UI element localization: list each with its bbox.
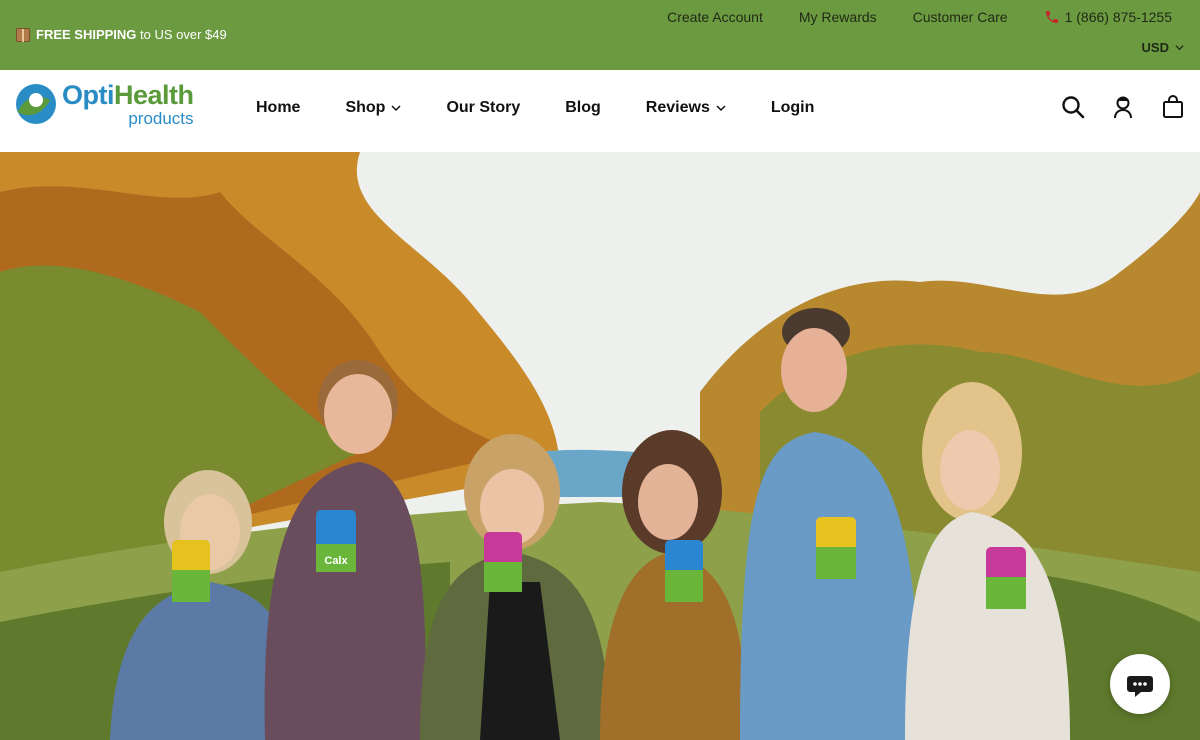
phone-icon <box>1045 11 1058 23</box>
nav-label: Home <box>256 99 301 116</box>
currency-label: USD <box>1141 40 1169 55</box>
nav-label: Our Story <box>446 99 521 116</box>
nav-our-story[interactable]: Our Story <box>446 99 520 117</box>
nav-label: Login <box>770 99 815 116</box>
bottle-label: Calx <box>324 555 348 567</box>
shipping-bold: FREE SHIPPING <box>36 27 137 42</box>
chat-button[interactable] <box>1110 654 1170 714</box>
create-account-link[interactable]: Create Account <box>667 9 763 25</box>
header-icons <box>1060 94 1186 120</box>
top-links: Create Account My Rewards Customer Care … <box>667 9 1172 25</box>
nav-blog[interactable]: Blog <box>565 99 601 117</box>
shipping-rest: to US over $49 <box>136 27 227 42</box>
nav-label: Reviews <box>645 99 710 116</box>
hero-image: Calx <box>0 152 1200 740</box>
my-rewards-link[interactable]: My Rewards <box>799 9 877 25</box>
hero-photo: Calx <box>0 152 1200 740</box>
brand-subtitle: products <box>128 109 194 128</box>
currency-selector[interactable]: USD <box>1142 40 1184 55</box>
package-icon <box>16 27 30 42</box>
brand-name-health: Health <box>114 80 194 110</box>
account-icon[interactable] <box>1110 94 1136 120</box>
main-nav: Home Shop Our Story Blog Reviews Login <box>256 99 814 117</box>
nav-shop[interactable]: Shop <box>345 99 401 117</box>
brand-name-opti: Opti <box>62 80 115 110</box>
cart-icon[interactable] <box>1160 94 1186 120</box>
nav-reviews[interactable]: Reviews <box>646 99 726 117</box>
free-shipping-notice: FREE SHIPPING to US over $49 <box>16 27 227 42</box>
customer-care-link[interactable]: Customer Care <box>913 9 1008 25</box>
phone-number: 1 (866) 875-1255 <box>1064 9 1172 25</box>
nav-login[interactable]: Login <box>771 99 815 117</box>
chevron-down-icon <box>391 105 401 112</box>
chevron-down-icon <box>716 105 726 112</box>
logo-leaf-icon <box>16 84 56 124</box>
chevron-down-icon <box>1175 45 1184 51</box>
brand-logo[interactable]: OptiHealth products <box>14 82 194 127</box>
search-icon[interactable] <box>1060 94 1086 120</box>
nav-home[interactable]: Home <box>256 99 300 117</box>
chat-icon <box>1127 676 1153 697</box>
phone-link[interactable]: 1 (866) 875-1255 <box>1044 9 1172 25</box>
announcement-bar: FREE SHIPPING to US over $49 Create Acco… <box>0 0 1200 70</box>
nav-label: Blog <box>565 99 601 116</box>
site-header: OptiHealth products Home Shop Our Story … <box>0 70 1200 152</box>
nav-label: Shop <box>345 99 386 116</box>
